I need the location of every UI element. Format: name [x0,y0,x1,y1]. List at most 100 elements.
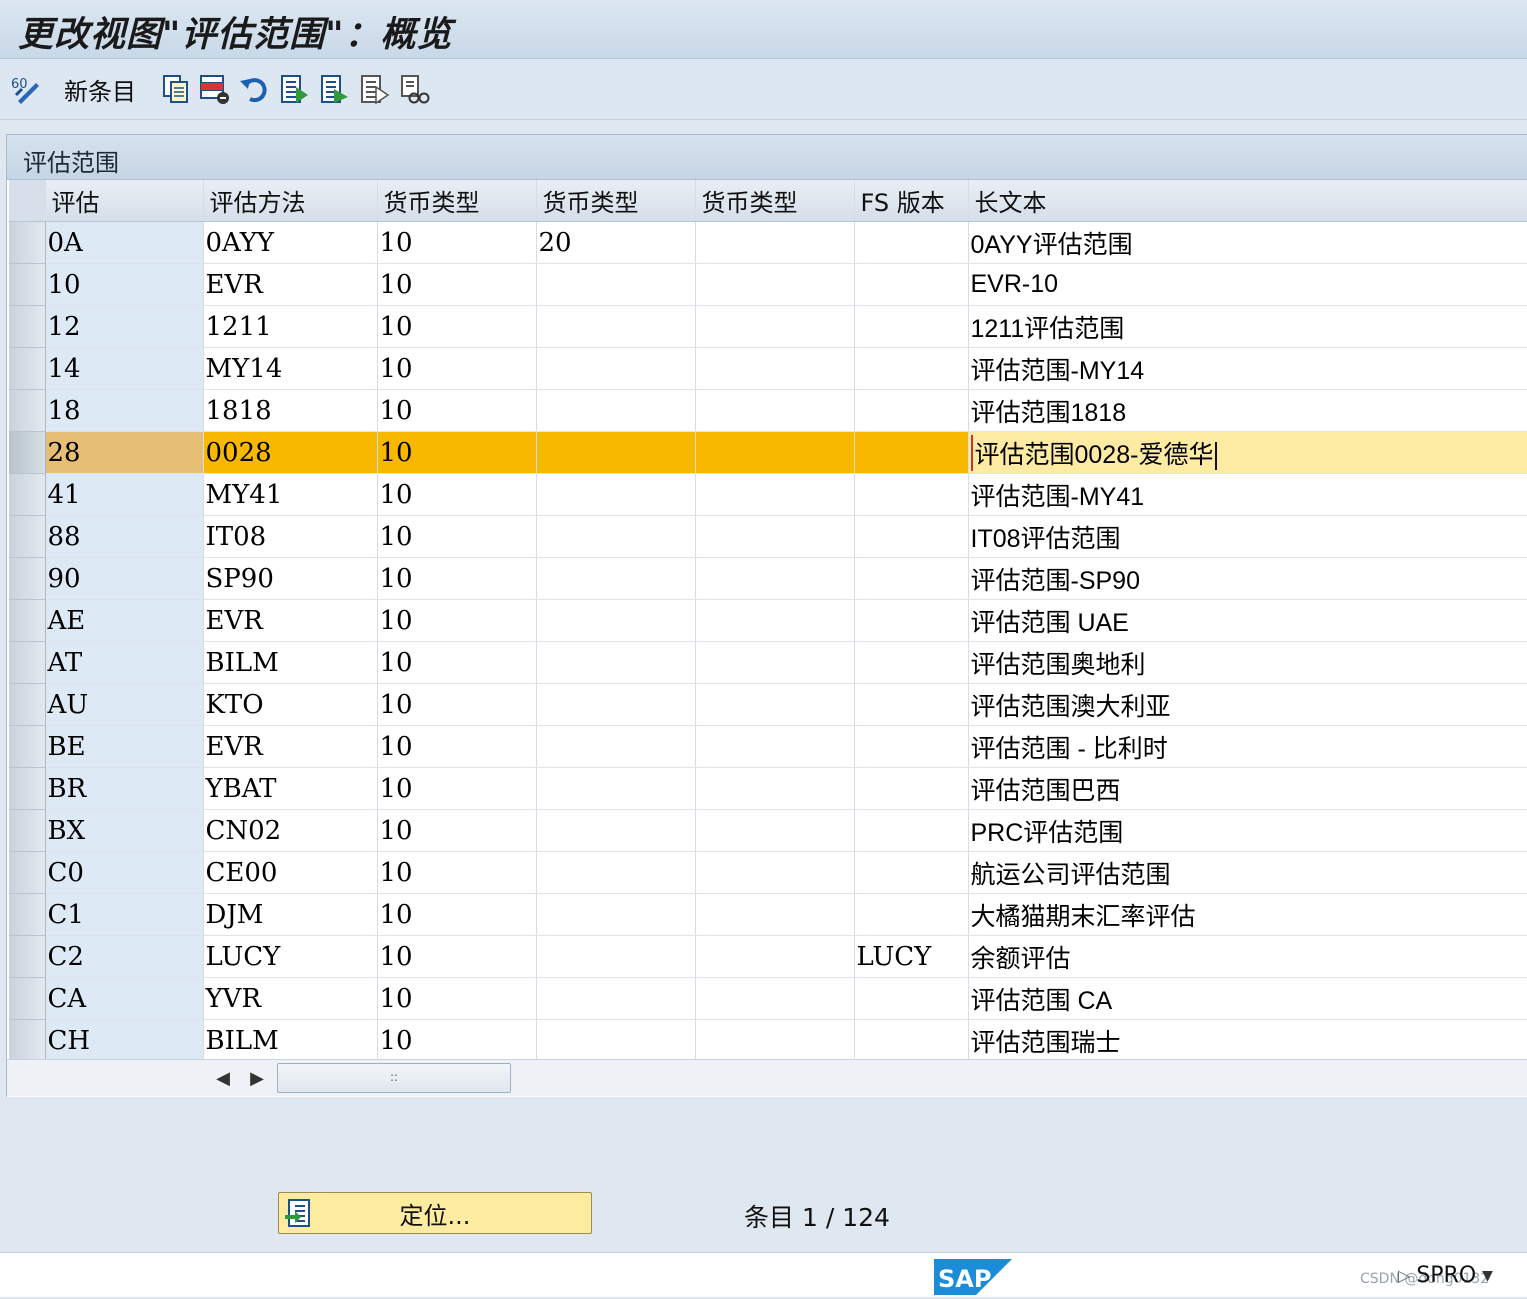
table-cell[interactable]: 14 [45,347,204,390]
table-cell[interactable]: LUCY [854,935,969,978]
table-cell[interactable] [536,431,696,474]
table-cell[interactable]: KTO [203,683,378,726]
table-cell[interactable]: CN02 [203,809,378,852]
table-cell[interactable]: CH [45,1019,204,1062]
table-cell[interactable]: 航运公司评估范围 [968,851,1527,894]
table-cell[interactable] [854,473,969,516]
table-cell[interactable] [536,641,696,684]
table-cell[interactable] [695,347,855,390]
table-cell[interactable] [695,641,855,684]
select-block-button[interactable] [318,71,350,107]
table-cell[interactable] [854,725,969,768]
table-cell[interactable] [695,431,855,474]
column-header[interactable]: FS 版本 [854,180,969,222]
row-selector[interactable] [9,851,46,894]
table-cell[interactable]: AU [45,683,204,726]
editing-text[interactable]: 评估范围0028-爱德华 [970,434,1213,471]
row-selector[interactable] [9,221,46,264]
table-cell[interactable] [695,1019,855,1062]
table-cell[interactable] [695,515,855,558]
display-change-button[interactable]: 60 [10,71,42,107]
table-cell[interactable]: 20 [536,221,696,264]
table-cell[interactable]: 评估范围巴西 [968,767,1527,810]
table-cell[interactable] [536,515,696,558]
table-row[interactable]: 0A 0AYY 10 20 0AYY评估范围 [9,221,1527,264]
scrollbar-thumb[interactable]: :: [277,1063,511,1093]
select-all-button[interactable] [278,71,310,107]
table-cell[interactable]: 评估范围 CA [968,977,1527,1020]
table-cell[interactable]: CA [45,977,204,1020]
row-selector[interactable] [9,641,46,684]
table-cell[interactable]: YVR [203,977,378,1020]
table-cell[interactable]: 10 [377,515,537,558]
table-cell[interactable]: 评估范围-SP90 [968,557,1527,600]
table-cell[interactable] [536,347,696,390]
table-cell[interactable]: 10 [377,725,537,768]
table-cell[interactable]: 10 [377,473,537,516]
table-cell[interactable] [854,347,969,390]
table-cell[interactable]: 90 [45,557,204,600]
row-selector[interactable] [9,347,46,390]
table-cell[interactable] [695,221,855,264]
table-cell[interactable] [854,641,969,684]
table-row[interactable]: 41 MY41 10 评估范围-MY41 [9,473,1527,516]
table-cell[interactable]: 0028 [203,431,378,474]
table-cell[interactable] [695,767,855,810]
table-cell[interactable]: 10 [45,263,204,306]
table-cell[interactable] [695,389,855,432]
column-header[interactable]: 评估方法 [203,180,378,222]
table-row[interactable]: 28 0028 10 评估范围0028-爱德华 [9,431,1527,474]
table-cell[interactable]: 评估范围1818 [968,389,1527,432]
table-cell[interactable] [695,851,855,894]
table-cell[interactable]: 0AYY评估范围 [968,221,1527,264]
table-cell[interactable] [854,683,969,726]
table-cell[interactable]: BX [45,809,204,852]
table-cell[interactable] [854,809,969,852]
table-cell[interactable]: 评估范围澳大利亚 [968,683,1527,726]
table-cell[interactable]: MY14 [203,347,378,390]
table-cell[interactable]: SP90 [203,557,378,600]
table-cell[interactable] [536,809,696,852]
table-cell[interactable]: C0 [45,851,204,894]
table-cell[interactable]: LUCY [203,935,378,978]
row-selector[interactable] [9,725,46,768]
row-selector[interactable] [9,305,46,348]
table-cell[interactable] [854,389,969,432]
column-header[interactable]: 货币类型 [695,180,855,222]
table-cell[interactable] [854,1019,969,1062]
table-cell[interactable]: 10 [377,347,537,390]
table-cell[interactable]: 10 [377,767,537,810]
table-cell[interactable] [695,683,855,726]
scroll-left-icon[interactable]: ◀ [211,1066,235,1090]
table-row[interactable]: 90 SP90 10 评估范围-SP90 [9,557,1527,600]
table-row[interactable]: CH BILM 10 评估范围瑞士 [9,1019,1527,1062]
table-cell[interactable] [536,263,696,306]
table-cell[interactable] [536,305,696,348]
row-selector[interactable] [9,935,46,978]
table-cell[interactable]: 1211评估范围 [968,305,1527,348]
table-cell[interactable] [854,263,969,306]
table-row[interactable]: 88 IT08 10 IT08评估范围 [9,515,1527,558]
table-cell[interactable] [536,557,696,600]
column-header[interactable]: 长文本 [968,180,1527,222]
table-cell[interactable] [695,977,855,1020]
table-cell[interactable]: MY41 [203,473,378,516]
chevron-down-icon[interactable]: ▼ [1482,1268,1493,1284]
deselect-all-button[interactable] [358,71,390,107]
row-selector[interactable] [9,683,46,726]
table-cell[interactable]: 1211 [203,305,378,348]
table-cell[interactable]: AE [45,599,204,642]
row-selector[interactable] [9,893,46,936]
delete-button[interactable] [198,71,230,107]
table-cell[interactable]: 10 [377,809,537,852]
table-cell[interactable] [854,431,969,474]
table-cell[interactable] [854,977,969,1020]
table-cell[interactable]: 10 [377,935,537,978]
table-cell[interactable] [536,767,696,810]
row-selector[interactable] [9,599,46,642]
new-entries-button[interactable]: 新条目 [64,71,136,107]
row-selector[interactable] [9,389,46,432]
table-cell[interactable]: 评估范围瑞士 [968,1019,1527,1062]
table-cell[interactable]: 10 [377,977,537,1020]
table-cell[interactable] [536,1019,696,1062]
